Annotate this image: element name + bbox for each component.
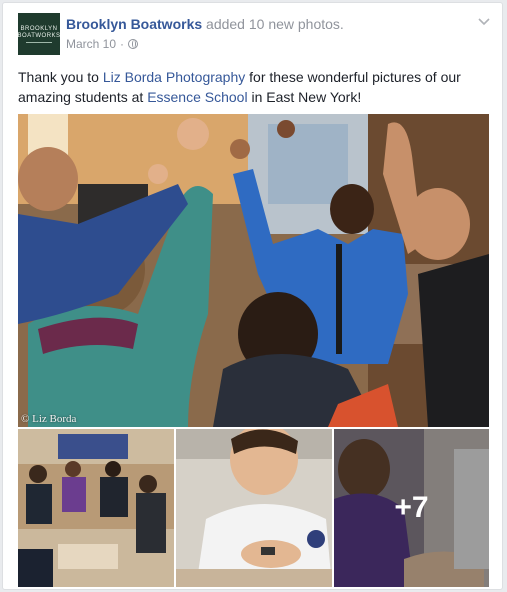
- globe-icon[interactable]: [128, 39, 139, 49]
- post-text-part1: Thank you to: [18, 69, 103, 85]
- chevron-down-icon[interactable]: [478, 17, 490, 27]
- page-avatar[interactable]: BROOKLYN BOATWORKS: [17, 13, 61, 55]
- avatar-rule: [26, 41, 52, 43]
- avatar-line-2: BOATWORKS: [17, 32, 61, 39]
- post-meta: March 10 ·: [66, 37, 139, 51]
- thumbnail-2-image: [176, 429, 332, 587]
- post-text-part3: in East New York!: [247, 89, 362, 105]
- thumbnail-1-image: [18, 429, 174, 587]
- page-name-link[interactable]: Brooklyn Boatworks: [66, 16, 202, 32]
- thumbnail-photo-1[interactable]: [18, 429, 174, 587]
- post-action-text: added 10 new photos.: [202, 16, 344, 32]
- essence-school-link[interactable]: Essence School: [147, 89, 247, 105]
- main-photo-image: [18, 114, 489, 427]
- main-photo[interactable]: © Liz Borda: [18, 114, 489, 427]
- more-photos-overlay: +7: [334, 429, 489, 587]
- meta-separator: ·: [120, 37, 125, 51]
- avatar-line-1: BROOKLYN: [20, 25, 58, 32]
- post-text: Thank you to Liz Borda Photography for t…: [18, 67, 488, 107]
- post-date[interactable]: March 10: [66, 37, 116, 51]
- photo-credit: © Liz Borda: [21, 413, 77, 425]
- thumbnail-photo-2[interactable]: [176, 429, 332, 587]
- post-card: BROOKLYN BOATWORKS Brooklyn Boatworks ad…: [2, 2, 503, 590]
- post-header: Brooklyn Boatworks added 10 new photos.: [66, 16, 466, 34]
- liz-borda-link[interactable]: Liz Borda Photography: [103, 69, 245, 85]
- thumbnail-photo-3[interactable]: +7: [334, 429, 489, 587]
- more-photos-count: +7: [394, 491, 429, 524]
